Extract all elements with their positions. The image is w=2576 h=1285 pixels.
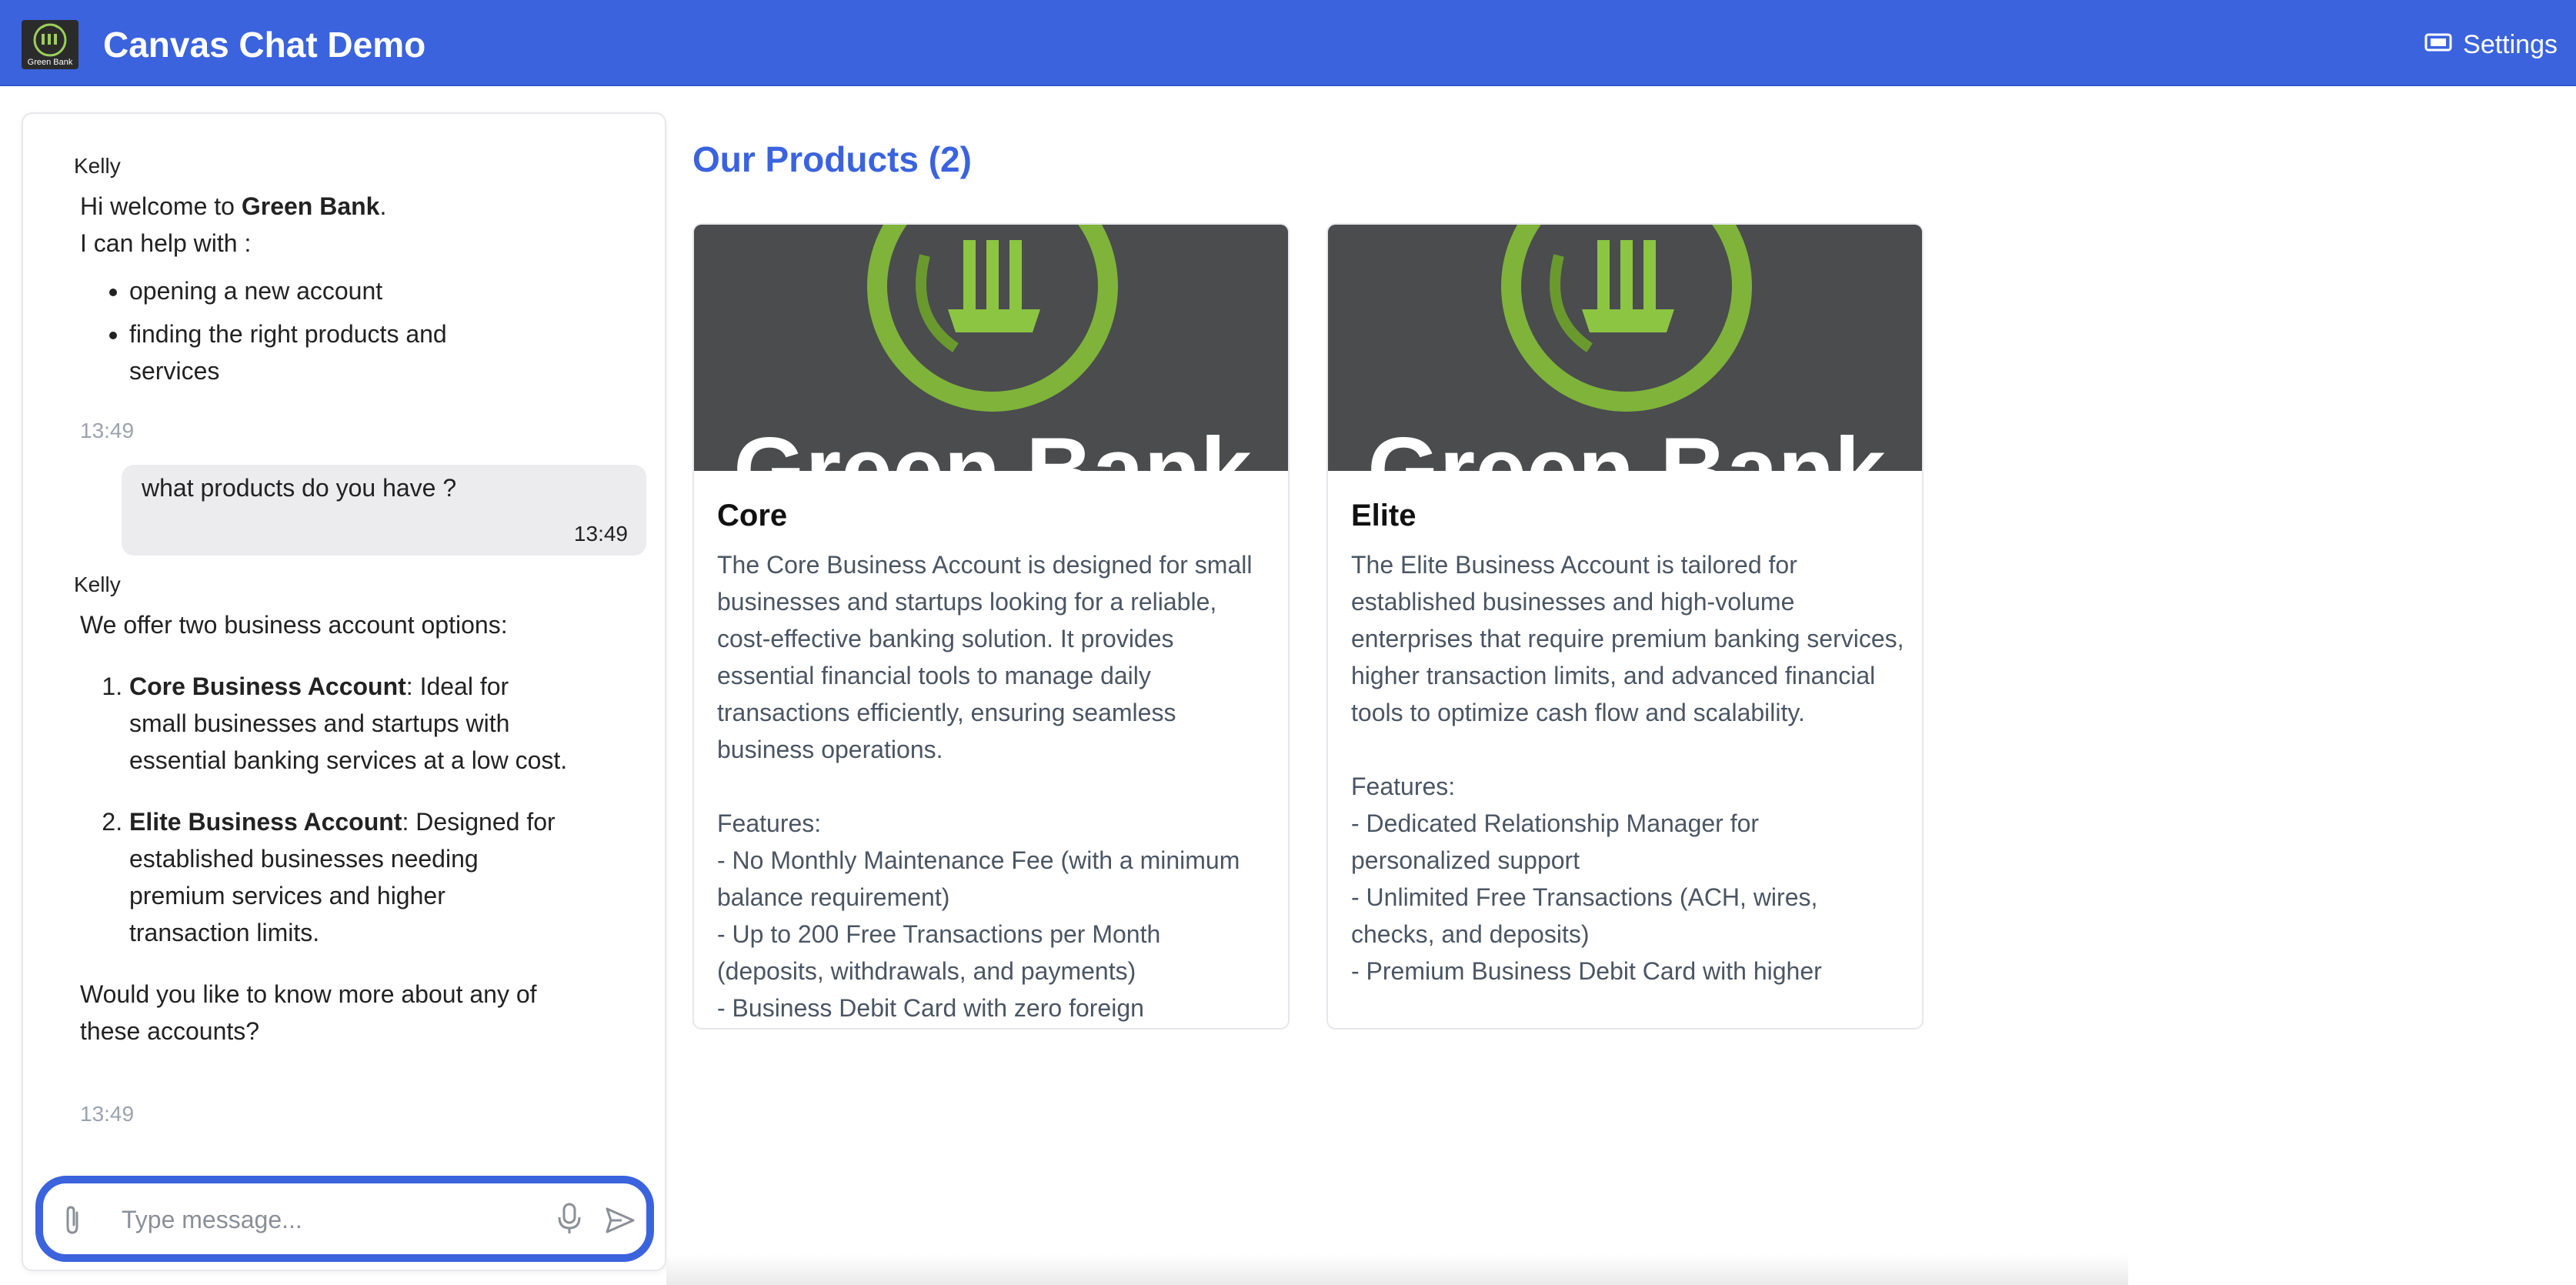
product-card-core[interactable]: Green Bank Core The Core Business Accoun… (692, 223, 1290, 1030)
green-bank-logo: Green Bank (22, 20, 78, 69)
settings-label: Settings (2463, 29, 2558, 59)
bot-message: We offer two business account options: C… (80, 606, 603, 1050)
bot-message: Hi welcome to Green Bank. I can help wit… (80, 188, 603, 389)
product-name: Elite (1351, 499, 1416, 532)
products-heading: Our Products (2) (692, 139, 972, 179)
message-author: Kelly (74, 572, 121, 596)
product-image: Green Bank (694, 225, 1288, 522)
message-composer (35, 1176, 654, 1262)
paperclip-icon[interactable] (62, 1205, 85, 1240)
user-message: what products do you have ? 13:49 (122, 465, 646, 556)
help-list: opening a new account finding the right … (80, 272, 529, 389)
settings-icon (2423, 32, 2454, 58)
svg-text:Green Bank: Green Bank (28, 58, 73, 67)
message-input[interactable] (120, 1197, 485, 1242)
closing-question: Would you like to know more about any of… (80, 980, 537, 1045)
list-item: finding the right products and services (129, 315, 529, 389)
options-list: Core Business Account: Ideal for small b… (80, 668, 568, 951)
list-item: Core Business Account: Ideal for small b… (129, 668, 568, 779)
list-item: opening a new account (129, 272, 529, 309)
scroll-shadow (666, 1254, 2128, 1285)
product-name: Core (717, 499, 788, 532)
message-time: 13:49 (80, 419, 135, 442)
svg-text:Green Bank: Green Bank (733, 419, 1252, 471)
list-item: Elite Business Account: Designed for est… (129, 803, 568, 951)
app-title: Canvas Chat Demo (103, 25, 426, 65)
product-description: The Core Business Account is designed fo… (717, 551, 1253, 1022)
user-message-text: what products do you have ? (142, 474, 457, 502)
product-card-elite[interactable]: Green Bank Elite The Elite Business Acco… (1326, 223, 1924, 1030)
chat-panel: Kelly Hi welcome to Green Bank. I can he… (22, 112, 666, 1271)
product-description: The Elite Business Account is tailored f… (1351, 551, 1904, 985)
svg-text:Green Bank: Green Bank (1367, 419, 1886, 471)
message-author: Kelly (74, 154, 121, 178)
product-image: Green Bank (1328, 225, 1922, 522)
options-intro: We offer two business account options: (80, 611, 508, 639)
message-time: 13:49 (573, 522, 628, 546)
microphone-icon[interactable] (556, 1202, 583, 1240)
help-intro: I can help with : (80, 229, 252, 257)
message-time: 13:49 (80, 1102, 135, 1126)
settings-button[interactable]: Settings (2423, 23, 2558, 66)
greeting-line: Hi welcome to Green Bank. (80, 192, 387, 220)
app-header: Green Bank Canvas Chat Demo Settings (0, 0, 2576, 86)
send-icon[interactable] (605, 1207, 636, 1238)
